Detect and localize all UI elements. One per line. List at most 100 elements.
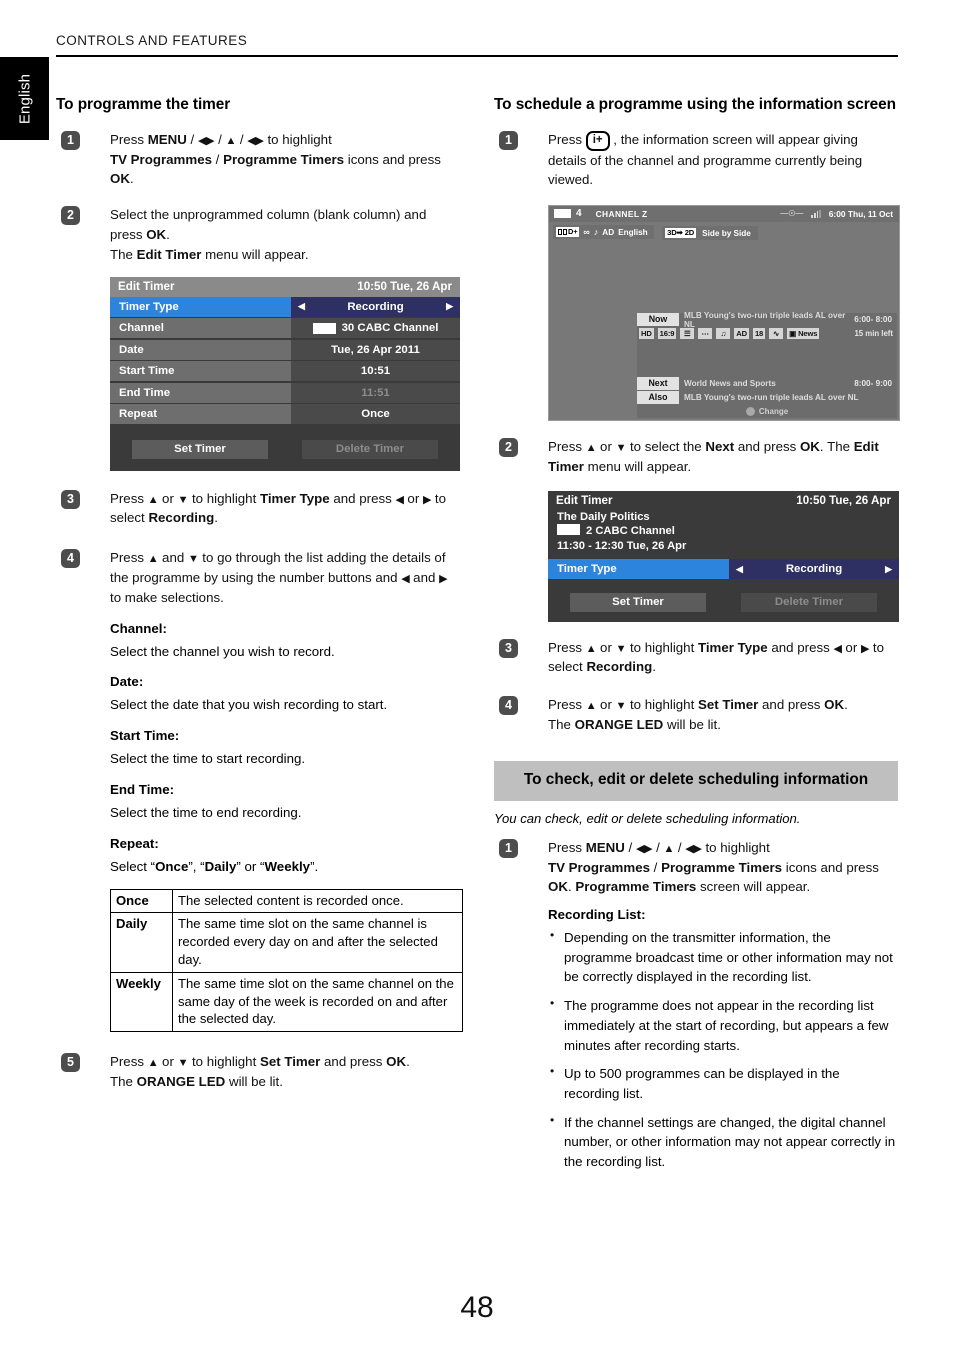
osd2-clock: 10:50 Tue, 26 Apr [796,493,891,507]
step-number: 4 [61,549,80,569]
step-text: Press i+ , the information screen will a… [548,130,863,188]
language-label: English [618,227,648,237]
osd-row-label: End Time [110,382,291,403]
running-head: CONTROLS AND FEATURES [56,33,898,48]
step-number: 2 [499,438,518,458]
page-number: 48 [460,1291,494,1324]
osd-row-value-wrap[interactable]: ◀ Recording ▶ [729,559,899,580]
right-arrow-icon[interactable]: ▶ [446,301,453,312]
epg-also-row[interactable]: Also MLB Young's two-run triple leads AL… [637,391,897,405]
osd-row-value-wrap[interactable]: ◀ Recording ▶ [291,296,460,317]
change-label: Change [758,407,789,417]
recording-list-bullets: Depending on the transmitter information… [548,927,898,1171]
repeat-desc-daily: The same time slot on the same channel i… [172,912,463,973]
osd2-row-timer-type[interactable]: Timer Type ◀ Recording ▶ [548,559,899,580]
repeat-key-weekly: Weekly [110,971,173,1033]
osd-title: Edit Timer [118,279,175,293]
signal-strength-icon [811,209,821,218]
field-head-repeat: Repeat: [110,835,159,851]
edit-timer-osd: Edit Timer 10:50 Tue, 26 Apr Timer Type … [110,276,460,471]
step-1: 1 Press MENU / ◀▶ / ▲ / ◀▶ to highlight … [56,130,460,189]
channel-name: CHANNEL Z [595,208,648,219]
now-pill: Now [637,313,679,327]
next-time: 8:00- 9:00 [854,379,892,389]
ad-label: AD [602,227,615,237]
tv-screen-icon [312,322,336,334]
osd2-timespan: 11:30 - 12:30 Tue, 26 Apr [557,540,687,553]
programme-icon-row: HD 16:9 ☰ ⋯ ♫ AD 18 ∿ ▣ News 15 min left [637,327,897,340]
section-banner: To check, edit or delete scheduling info… [494,760,898,801]
right-section-heading: To schedule a programme using the inform… [494,96,896,113]
osd-row-date[interactable]: Date Tue, 26 Apr 2011 [110,339,460,360]
osd-row-start-time[interactable]: Start Time 10:51 [110,361,460,382]
hd-icon: HD [639,328,654,340]
osd-row-value: 30 CABC Channel [341,322,439,335]
document-page: CONTROLS AND FEATURES English To program… [0,0,954,1352]
osd-row-value: Recording [785,563,843,576]
tv-screen-icon [557,524,580,536]
edit-timer-osd-wrap: Edit Timer 10:50 Tue, 26 Apr Timer Type … [56,276,460,471]
set-timer-button[interactable]: Set Timer [570,592,706,612]
check-step-1: 1 Press MENU / ◀▶ / ▲ / ◀▶ to highlight … [494,838,898,897]
osd2-titlebar: Edit Timer 10:50 Tue, 26 Apr [548,491,899,508]
set-timer-button[interactable]: Set Timer [132,439,268,459]
field-definitions: Channel: Select the channel you wish to … [56,621,463,1033]
subtitle-icon: ☰ [680,328,695,340]
genre-icon: ▣ News [787,328,820,340]
step-text: Press ▲ or ▼ to highlight Timer Type and… [110,490,446,526]
three-d-row: 3D➡ 2D Side by Side [662,226,758,241]
step-text: Press MENU / ◀▶ / ▲ / ◀▶ to highlight TV… [548,839,879,895]
satellite-icon: —☉— [780,208,804,218]
osd-row-value: 10:51 [291,361,460,382]
delete-timer-button[interactable]: Delete Timer [741,592,877,612]
step-number: 4 [499,696,518,716]
dolby-label: D+ [568,227,578,237]
language-tab: English [0,57,49,140]
osd-row-end-time[interactable]: End Time 11:51 [110,382,460,403]
step-number: 5 [61,1053,80,1073]
step-text: Press MENU / ◀▶ / ▲ / ◀▶ to highlight TV… [110,131,441,187]
osd-row-value: Tue, 26 Apr 2011 [291,339,460,360]
repeat-key-once: Once [110,888,173,914]
now-time: 6:00- 8:00 [854,315,892,325]
osd2-channel-line: 2 CABC Channel [557,524,891,539]
info-screen-wrap: 4 CHANNEL Z —☉— 6:00 Thu, 11 Oct D+ ∞ ♪ … [494,205,900,422]
epg-footer[interactable]: Change [637,405,897,418]
repeat-key-daily: Daily [110,912,173,973]
list-item: Up to 500 programmes can be displayed in… [548,1063,898,1103]
tv-screen-icon [554,209,571,219]
osd-row-repeat[interactable]: Repeat Once [110,404,460,425]
three-d-format-label: Side by Side [702,228,751,238]
osd-row-timer-type[interactable]: Timer Type ◀ Recording ▶ [110,296,460,317]
epg-description-area [637,341,897,378]
step-text: Press ▲ or ▼ to highlight Set Timer and … [110,1054,410,1089]
stereo-icon: ∞ [583,226,590,237]
osd-row-list: Timer Type ◀ Recording ▶ Channel 30 CABC… [110,296,460,425]
step-4: 4 Press ▲ and ▼ to go through the list a… [56,548,460,607]
field-body-end-time: Select the time to end recording. [110,804,302,820]
field-head-date: Date: [110,674,144,690]
epg-now-row[interactable]: Now MLB Young's two-run triple leads AL … [637,311,897,329]
tv-clock: 6:00 Thu, 11 Oct [828,208,893,219]
osd-row-channel[interactable]: Channel 30 CABC Channel [110,318,460,339]
tv-topbar: 4 CHANNEL Z —☉— 6:00 Thu, 11 Oct [549,206,899,223]
step-number: 2 [61,206,80,226]
osd-row-value: 11:51 [291,382,460,403]
tv-information-screen: 4 CHANNEL Z —☉— 6:00 Thu, 11 Oct D+ ∞ ♪ … [548,205,900,422]
osd-row-label: Timer Type [110,296,291,317]
table-row: Once The selected content is recorded on… [110,888,463,914]
osd-row-value: Recording [347,300,404,313]
step-text: Select the unprogrammed column (blank co… [110,207,427,262]
next-title: World News and Sports [684,379,776,389]
genre-label: News [798,329,818,339]
time-left-label: 15 min left [854,329,893,339]
repeat-options-table: Once The selected content is recorded on… [110,888,463,1033]
step-number: 3 [499,638,518,658]
left-arrow-icon[interactable]: ◀ [298,301,305,312]
left-arrow-icon[interactable]: ◀ [736,564,743,575]
delete-timer-button[interactable]: Delete Timer [302,439,438,459]
epg-next-row[interactable]: Next World News and Sports 8:00- 9:00 [637,377,897,391]
recording-list-block: Recording List: Depending on the transmi… [494,907,898,1171]
right-arrow-icon[interactable]: ▶ [885,564,892,575]
age-rating-icon: 18 [752,328,766,340]
